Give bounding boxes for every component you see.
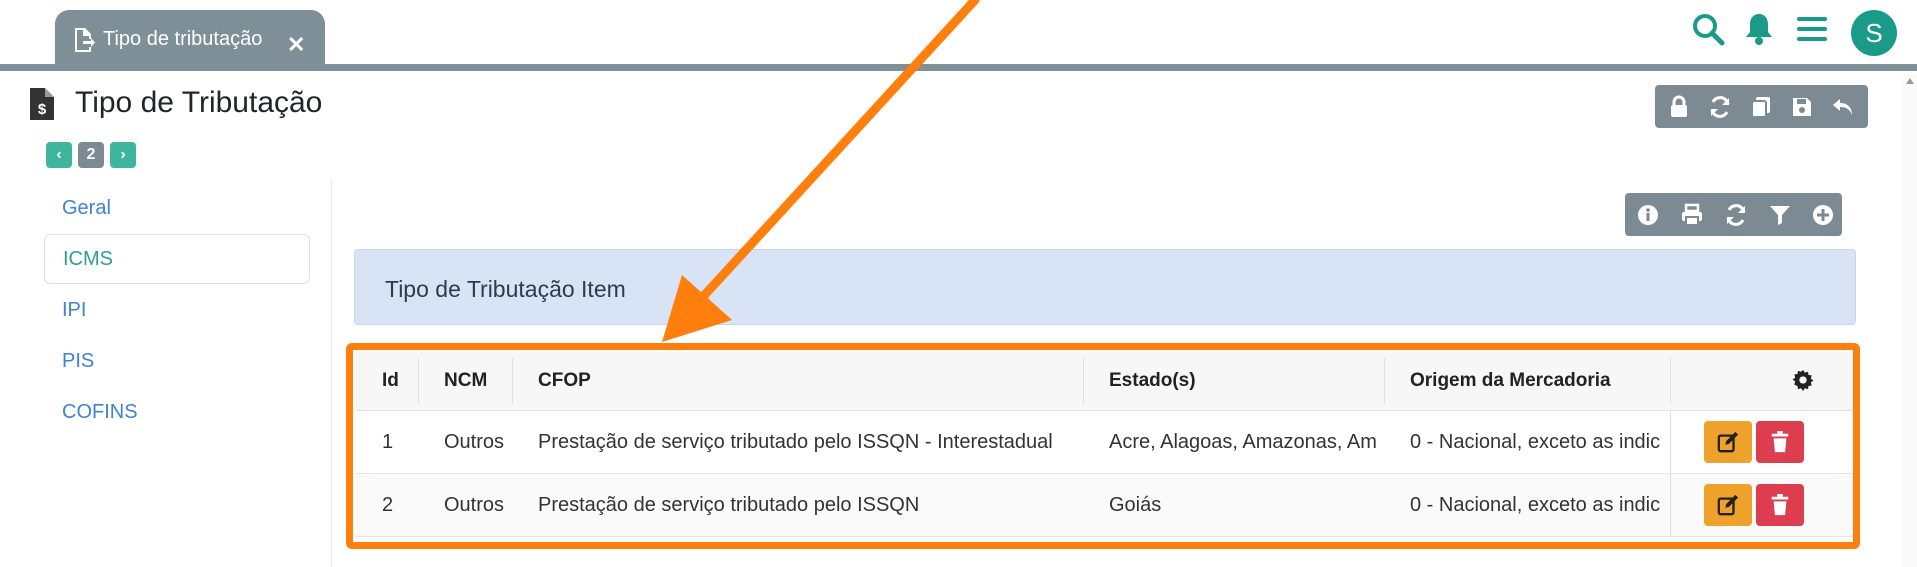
pager-next-button[interactable]: › [110,142,136,168]
tab-label: Tipo de tributação [103,28,263,50]
page-title: Tipo de Tributação [75,86,323,119]
file-export-icon [73,28,95,58]
plus-circle-icon[interactable] [1811,203,1835,227]
sidebar-item-label: ICMS [63,248,113,270]
pager-prev-button[interactable]: ‹ [46,142,72,168]
sync-icon[interactable] [1708,95,1732,119]
menu-icon[interactable] [1797,12,1827,51]
user-avatar[interactable]: S [1851,10,1897,56]
sidebar-item-label: PIS [62,350,95,372]
search-icon[interactable] [1691,12,1725,51]
file-invoice-dollar-icon: $ [30,88,54,125]
sync-icon[interactable] [1724,203,1748,227]
sidebar-divider [331,180,332,567]
page-scrollbar[interactable] [1903,74,1917,567]
sidebar-item-label: COFINS [62,401,138,423]
sidebar-item-geral[interactable]: Geral [44,184,308,232]
sidebar-item-icms[interactable]: ICMS [44,234,310,284]
undo-icon[interactable] [1831,95,1855,119]
tab-tipo-de-tributacao[interactable]: Tipo de tributação ✕ [55,10,325,68]
filter-icon[interactable] [1768,203,1792,227]
panel-header: Tipo de Tributação Item [354,249,1856,325]
sidebar-item-label: IPI [62,299,87,321]
lock-icon[interactable] [1667,95,1691,119]
annotation-highlight-box [346,343,1860,549]
sidebar-item-ipi[interactable]: IPI [44,286,308,334]
bell-icon[interactable] [1744,12,1774,51]
record-toolbar [1655,85,1868,128]
grid-toolbar [1625,193,1842,236]
scroll-up-icon[interactable] [1906,78,1914,84]
info-icon[interactable] [1636,203,1660,227]
svg-text:$: $ [38,101,47,118]
copy-icon[interactable] [1749,95,1773,119]
sidebar-item-cofins[interactable]: COFINS [44,388,308,436]
close-icon[interactable]: ✕ [287,32,305,58]
print-icon[interactable] [1680,203,1704,227]
sidebar-item-label: Geral [62,197,111,219]
sidebar-item-pis[interactable]: PIS [44,337,308,385]
panel-title: Tipo de Tributação Item [385,276,626,302]
save-icon[interactable] [1790,95,1814,119]
pager-number: 2 [78,142,104,168]
